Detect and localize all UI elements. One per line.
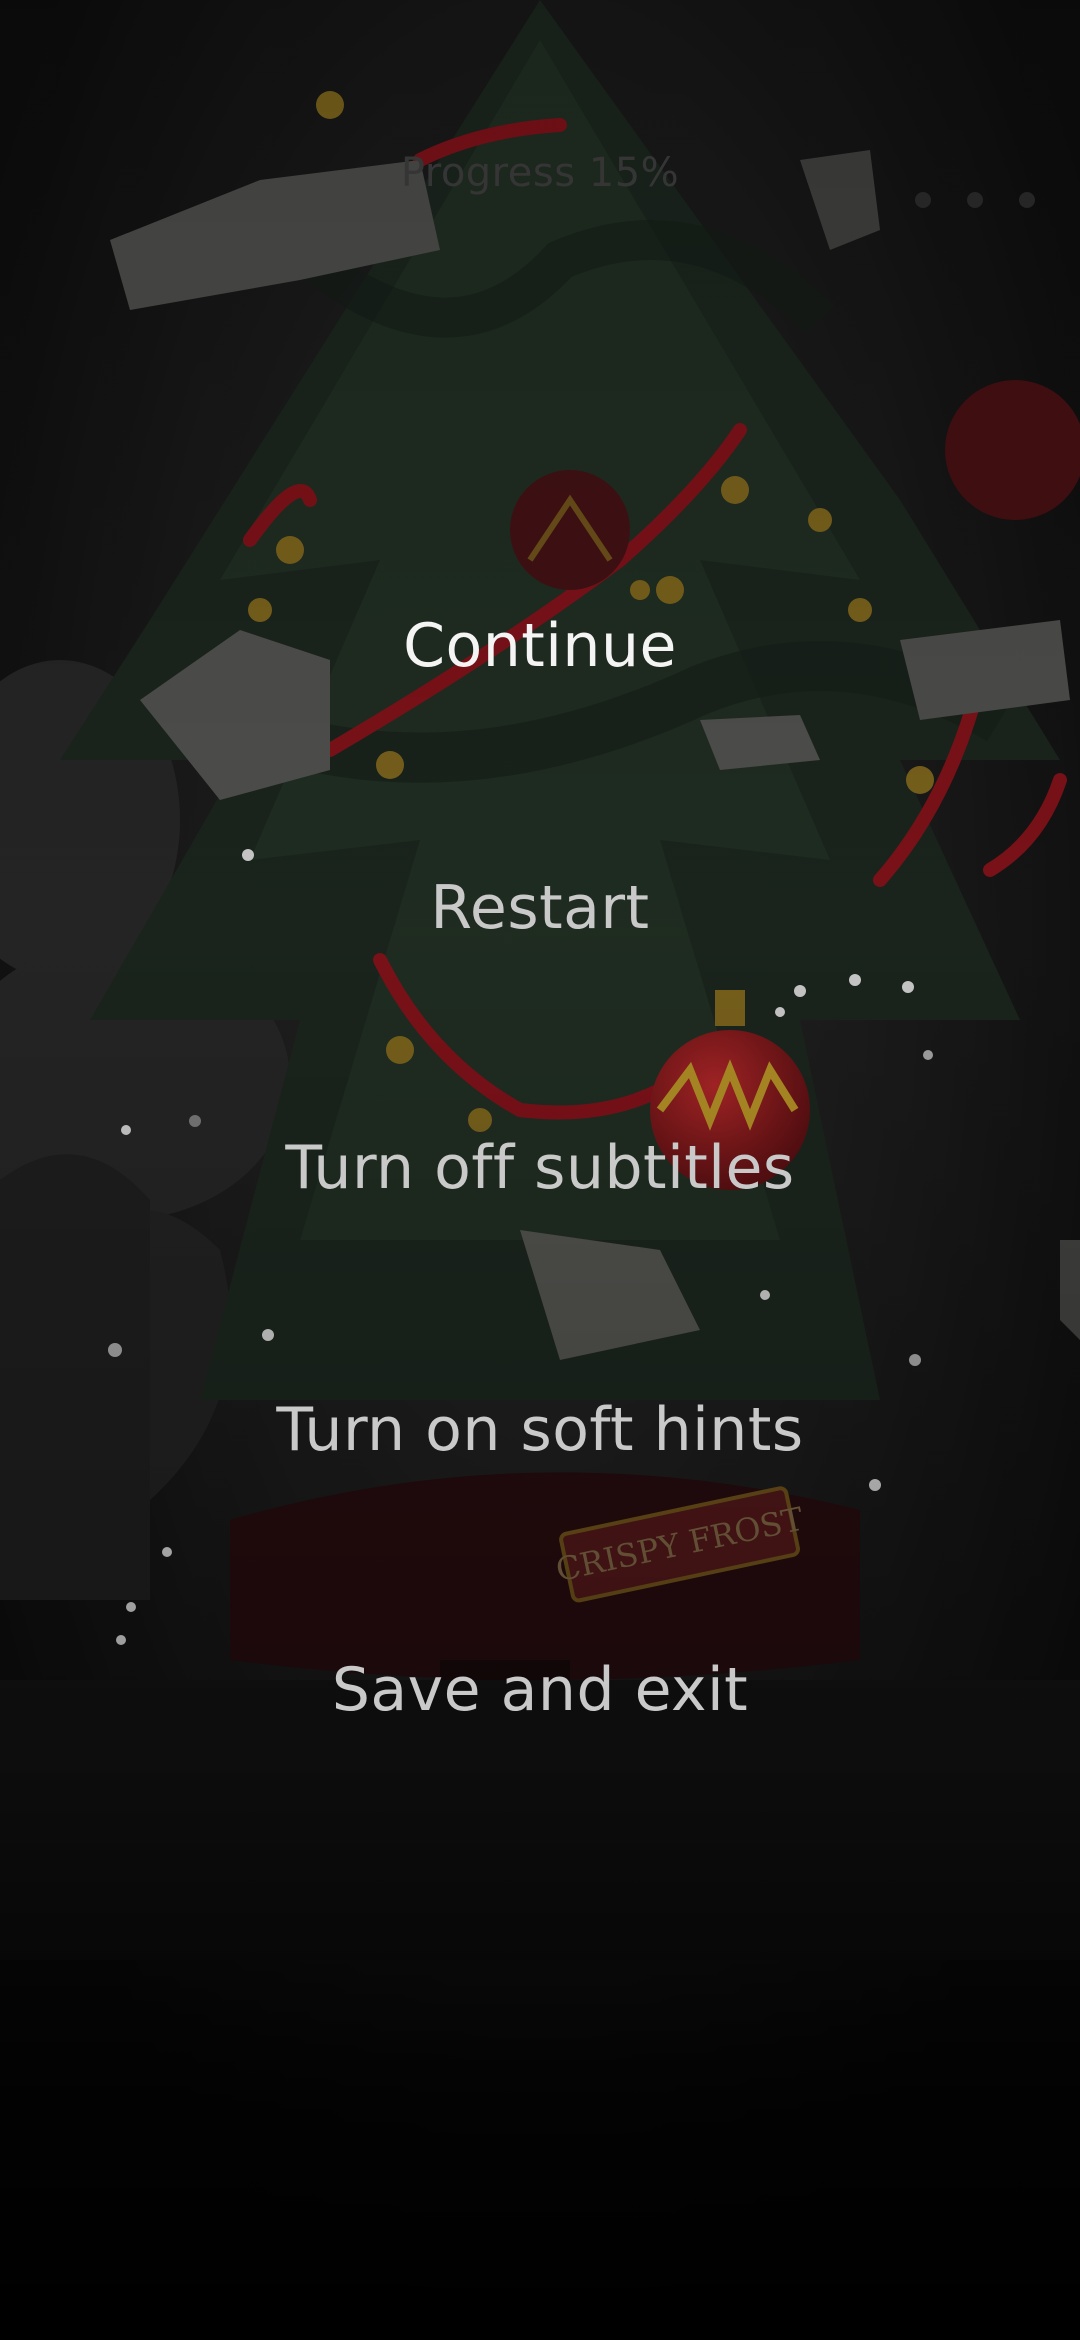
subtitles-toggle-button[interactable]: Turn off subtitles [0,1128,1080,1208]
pause-menu: Continue Restart Turn off subtitles Turn… [0,0,1080,2340]
restart-button[interactable]: Restart [0,868,1080,948]
continue-button[interactable]: Continue [0,606,1080,686]
save-and-exit-button[interactable]: Save and exit [0,1650,1080,1730]
soft-hints-toggle-button[interactable]: Turn on soft hints [0,1390,1080,1470]
